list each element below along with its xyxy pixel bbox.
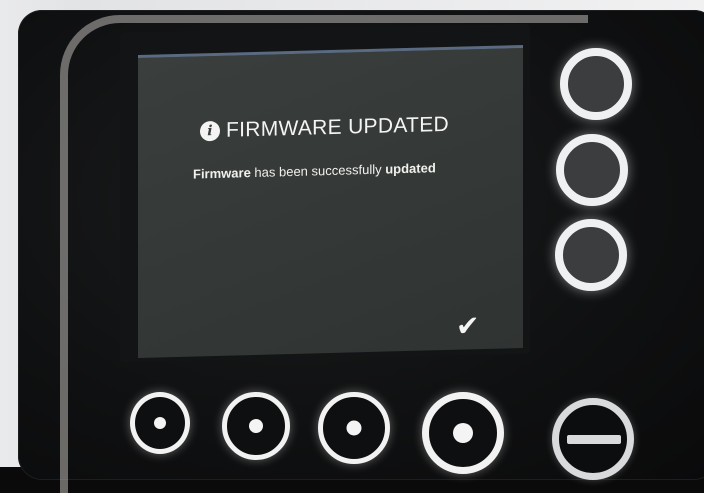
message-part-updated: updated bbox=[385, 160, 436, 177]
check-icon[interactable]: ✔ bbox=[456, 309, 479, 343]
display-screen: i FIRMWARE UPDATED Firmware has been suc… bbox=[138, 44, 523, 359]
message-part-middle: has been successfully bbox=[250, 161, 386, 181]
screen-title: FIRMWARE UPDATED bbox=[226, 112, 449, 142]
side-button-1[interactable] bbox=[560, 48, 632, 120]
bottom-button-2[interactable] bbox=[222, 392, 290, 460]
bottom-button-1[interactable] bbox=[130, 392, 190, 454]
bottom-button-3[interactable] bbox=[318, 392, 390, 464]
side-button-3[interactable] bbox=[555, 219, 627, 291]
bottom-button-4[interactable] bbox=[422, 392, 504, 474]
screen-title-row: i FIRMWARE UPDATED bbox=[200, 113, 449, 144]
info-icon: i bbox=[200, 120, 220, 142]
message-part-firmware: Firmware bbox=[193, 165, 251, 182]
power-icon bbox=[567, 435, 621, 444]
power-button[interactable] bbox=[552, 398, 634, 480]
side-button-2[interactable] bbox=[556, 134, 628, 206]
status-message: Firmware has been successfully updated bbox=[193, 160, 436, 181]
